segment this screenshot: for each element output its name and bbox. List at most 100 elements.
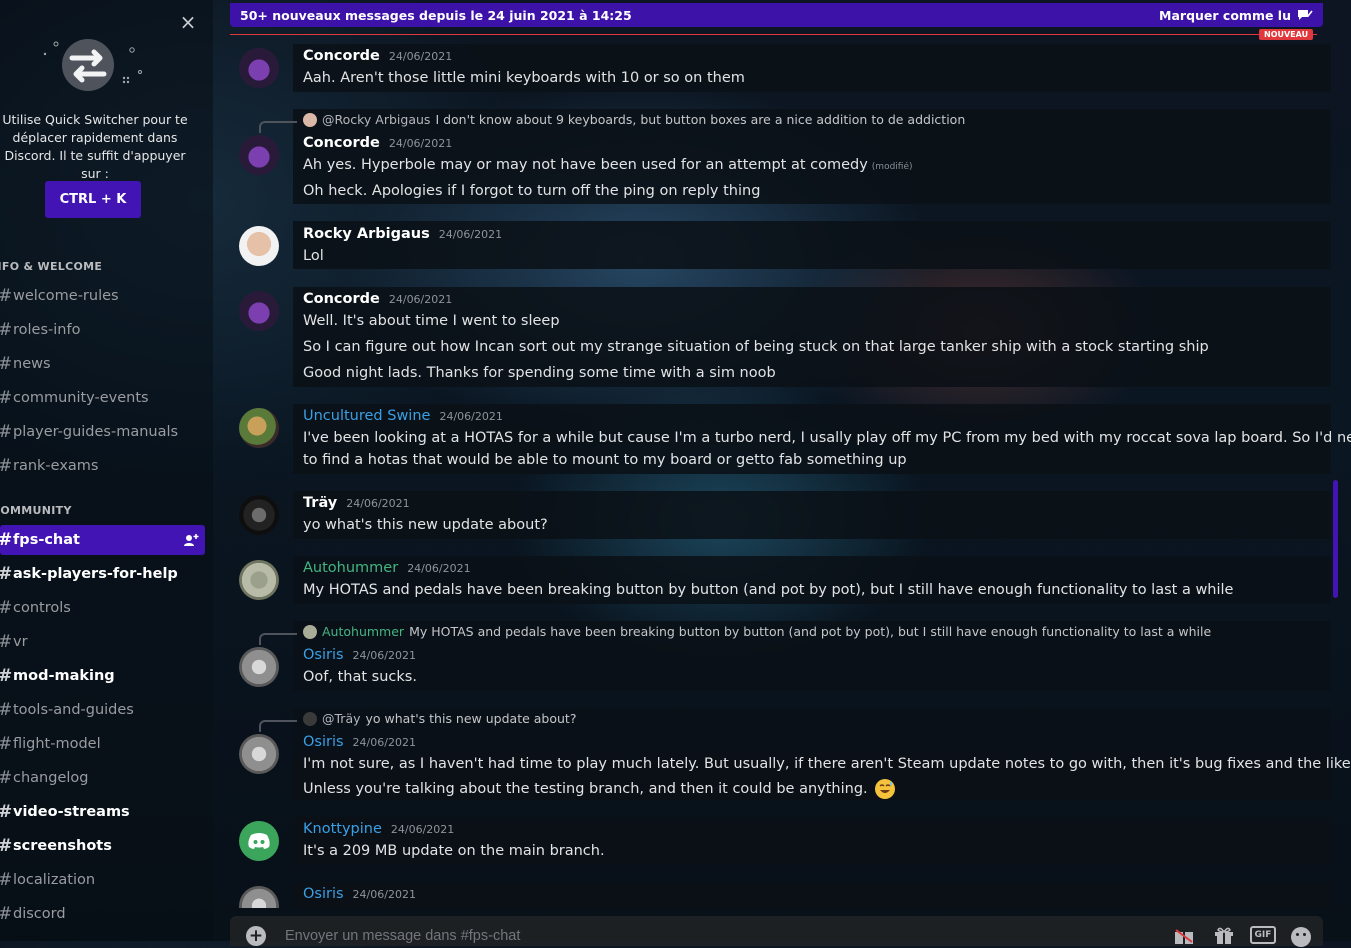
avatar[interactable] — [239, 495, 279, 535]
avatar[interactable] — [239, 48, 279, 88]
discord-logo-icon — [248, 833, 270, 849]
scrollbar-thumb[interactable] — [1333, 480, 1338, 598]
gift-icon[interactable] — [1172, 926, 1196, 944]
message-header: Knottypine 24/06/2021 — [303, 821, 454, 837]
reply-preview[interactable]: Autohummer My HOTAS and pedals have been … — [303, 624, 1211, 639]
channel-player-guides-manuals[interactable]: #player-guides-manuals — [0, 417, 205, 447]
avatar[interactable] — [239, 821, 279, 861]
avatar[interactable] — [239, 886, 279, 908]
category-info-welcome[interactable]: INFO & WELCOME — [0, 260, 102, 273]
add-member-icon[interactable] — [183, 532, 199, 548]
category-community[interactable]: COMMUNITY — [0, 504, 72, 517]
plus-icon[interactable]: + — [246, 926, 266, 946]
timestamp: 24/06/2021 — [352, 649, 416, 662]
channel-label: player-guides-manuals — [13, 424, 179, 440]
emoji-icon[interactable] — [1290, 926, 1312, 948]
channel-label: community-events — [13, 390, 149, 406]
channel-label: ask-players-for-help — [13, 566, 178, 582]
quick-switcher-shortcut-button[interactable]: CTRL + K — [45, 181, 141, 218]
message-header: Osiris 24/06/2021 — [303, 647, 416, 663]
channel-ask-players-for-help[interactable]: #ask-players-for-help — [0, 559, 205, 589]
username[interactable]: Rocky Arbigaus — [303, 226, 430, 242]
message-card — [293, 882, 1331, 908]
channel-label: mod-making — [13, 668, 115, 684]
username[interactable]: Osiris — [303, 734, 344, 750]
reply-username[interactable]: @Rocky Arbigaus — [322, 112, 430, 127]
channel-rank-exams[interactable]: #rank-exams — [0, 451, 205, 481]
channel-label: changelog — [13, 770, 89, 786]
channel-label: fps-chat — [13, 532, 80, 548]
hash-icon: # — [0, 422, 13, 442]
username[interactable]: Concorde — [303, 135, 380, 151]
channel-localization[interactable]: #localization — [0, 865, 205, 895]
reply-username[interactable]: Autohummer — [322, 624, 404, 639]
channel-news[interactable]: #news — [0, 349, 205, 379]
gift-icon[interactable] — [1212, 926, 1236, 944]
hash-icon: # — [0, 904, 13, 924]
timestamp: 24/06/2021 — [388, 293, 453, 306]
hash-icon: # — [0, 530, 13, 550]
message-text-part: Unless you're talking about the testing … — [303, 781, 868, 797]
reply-username[interactable]: @Träy — [322, 711, 361, 726]
channel-vr[interactable]: #vr — [0, 627, 205, 657]
username[interactable]: Knottypine — [303, 821, 382, 837]
avatar[interactable] — [239, 135, 279, 175]
message-text: So I can figure out how Incan sort out m… — [303, 339, 1209, 355]
username[interactable]: Concorde — [303, 48, 380, 64]
timestamp: 24/06/2021 — [346, 497, 410, 510]
reply-preview[interactable]: @Träy yo what's this new update about? — [303, 711, 576, 726]
channel-flight-model[interactable]: #flight-model — [0, 729, 205, 759]
username[interactable]: Autohummer — [303, 560, 398, 576]
quick-switcher-hint: Utilise Quick Switcher pour te déplacer … — [2, 112, 188, 181]
hash-icon: # — [0, 802, 13, 822]
username[interactable]: Uncultured Swine — [303, 408, 430, 424]
gif-icon[interactable]: GIF — [1250, 926, 1276, 944]
username[interactable]: Osiris — [303, 647, 344, 663]
hash-icon: # — [0, 456, 13, 476]
message-header: Concorde 24/06/2021 — [303, 135, 452, 151]
username[interactable]: Träy — [303, 495, 337, 511]
channel-roles-info[interactable]: #roles-info — [0, 315, 205, 345]
channel-changelog[interactable]: #changelog — [0, 763, 205, 793]
reply-preview[interactable]: @Rocky Arbigaus I don't know about 9 keyb… — [303, 112, 965, 127]
channel-community-events[interactable]: #community-events — [0, 383, 205, 413]
channel-mod-making[interactable]: #mod-making — [0, 661, 205, 691]
channel-screenshots[interactable]: #screenshots — [0, 831, 205, 861]
channel-welcome-rules[interactable]: #welcome-rules — [0, 281, 205, 311]
channel-discord[interactable]: #discord — [0, 899, 205, 929]
channel-video-streams[interactable]: #video-streams — [0, 797, 205, 827]
channel-label: video-streams — [13, 804, 130, 820]
avatar[interactable] — [239, 560, 279, 600]
avatar[interactable] — [239, 647, 279, 687]
channel-label: flight-model — [13, 736, 101, 752]
message-text: I've been looking at a HOTAS for a while… — [303, 430, 1351, 446]
username[interactable]: Osiris — [303, 886, 344, 902]
mark-as-read-button[interactable]: Marquer comme lu — [1159, 8, 1313, 23]
new-messages-bar[interactable]: 50+ nouveaux messages depuis le 24 juin … — [230, 3, 1323, 27]
message-header: Osiris 24/06/2021 — [303, 734, 416, 750]
channel-tools-and-guides[interactable]: #tools-and-guides — [0, 695, 205, 725]
message-header: Uncultured Swine 24/06/2021 — [303, 408, 503, 424]
reply-spine — [259, 633, 297, 645]
timestamp: 24/06/2021 — [352, 736, 416, 749]
avatar[interactable] — [239, 226, 279, 266]
hash-icon: # — [0, 632, 13, 652]
hash-icon: # — [0, 734, 13, 754]
hash-icon: # — [0, 768, 13, 788]
username[interactable]: Concorde — [303, 291, 380, 307]
avatar[interactable] — [239, 291, 279, 331]
channel-sidebar: × Utilise Quick Switcher pour te déplace… — [0, 0, 213, 941]
message-text: Good night lads. Thanks for spending som… — [303, 365, 776, 381]
avatar[interactable] — [239, 408, 279, 448]
hash-icon: # — [0, 320, 13, 340]
message-input[interactable] — [285, 926, 1145, 946]
channel-label: vr — [13, 634, 28, 650]
close-icon[interactable]: × — [178, 12, 198, 32]
avatar[interactable] — [239, 734, 279, 774]
timestamp: 24/06/2021 — [388, 50, 453, 63]
channel-fps-chat[interactable]: #fps-chat — [0, 525, 205, 555]
channel-label: tools-and-guides — [13, 702, 134, 718]
channel-controls[interactable]: #controls — [0, 593, 205, 623]
message-text: Well. It's about time I went to sleep — [303, 313, 560, 329]
new-messages-text: 50+ nouveaux messages depuis le 24 juin … — [240, 7, 632, 23]
